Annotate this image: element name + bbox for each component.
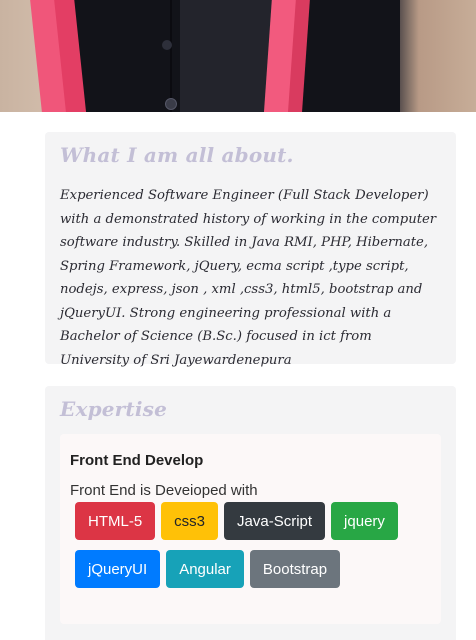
expertise-card: Expertise Front End Develop Front End is…	[45, 386, 456, 640]
photo-button-upper	[162, 40, 172, 50]
badge-jquery[interactable]: jquery	[331, 502, 398, 540]
badge-jqueryui[interactable]: jQueryUI	[75, 550, 161, 588]
photo-jacket-left	[70, 0, 180, 112]
badge-css3[interactable]: css3	[161, 502, 219, 540]
about-title: What I am all about.	[60, 143, 294, 167]
photo-button-lower	[165, 98, 177, 110]
badge-bootstrap[interactable]: Bootstrap	[249, 550, 341, 588]
photo-seam	[170, 0, 172, 112]
profile-photo	[0, 0, 476, 112]
badge-html5[interactable]: HTML-5	[75, 502, 156, 540]
frontend-card: Front End Develop Front End is Deveioped…	[60, 434, 441, 624]
about-card: What I am all about. Experienced Softwar…	[45, 132, 456, 368]
frontend-card-title: Front End Develop	[70, 452, 204, 469]
badge-javascript[interactable]: Java-Script	[224, 502, 326, 540]
badge-angular[interactable]: Angular	[166, 550, 244, 588]
expertise-title: Expertise	[60, 397, 168, 421]
frontend-card-subtitle: Front End is Deveioped with	[70, 482, 258, 499]
about-text: Experienced Software Engineer (Full Stac…	[60, 188, 437, 368]
skill-badges: HTML-5 css3 Java-Script jquery jQueryUI …	[75, 502, 435, 588]
